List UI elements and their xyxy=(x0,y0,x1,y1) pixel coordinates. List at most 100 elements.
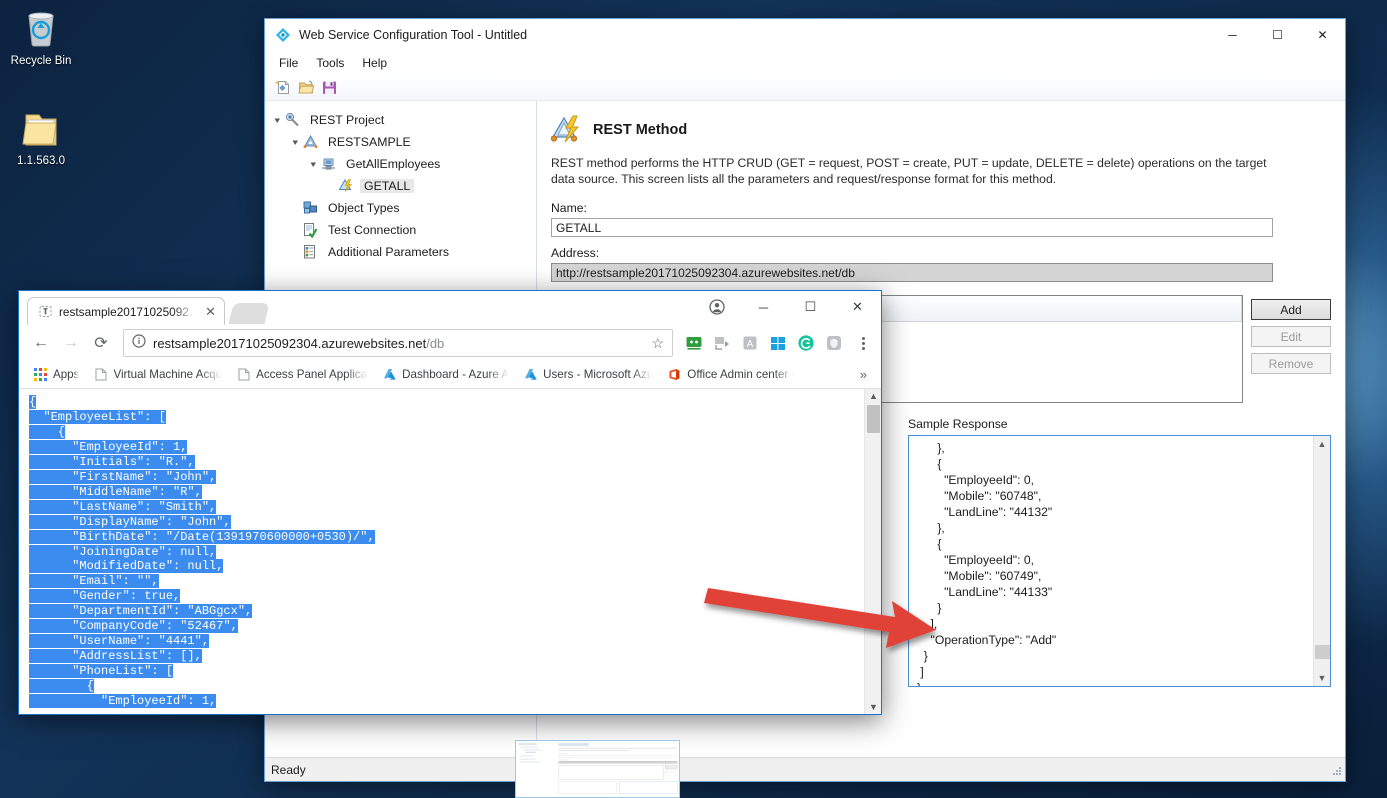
url-host: restsample20171025092304.azurewebsites.n… xyxy=(153,335,427,351)
json-line: "Initials": "R.", xyxy=(29,454,195,469)
shield-extension-icon[interactable] xyxy=(823,332,845,354)
tree-node-object-types[interactable]: Object Types xyxy=(265,197,536,219)
page-scrollbar-thumb[interactable] xyxy=(867,405,880,433)
close-tab-icon[interactable]: ✕ xyxy=(203,304,218,320)
menu-help[interactable]: Help xyxy=(354,53,395,73)
bookmark-office-admin[interactable]: Office Admin center - xyxy=(661,364,801,385)
bookmark-label: Office Admin center - xyxy=(687,368,796,381)
sample-response-box[interactable]: }, { "EmployeeId": 0, "Mobile": "60748",… xyxy=(908,435,1331,687)
json-line: "PhoneList": [ xyxy=(29,664,174,679)
taskbar-thumbnail-preview[interactable] xyxy=(515,740,680,798)
desktop-icon-label: Recycle Bin xyxy=(10,55,72,67)
reload-button[interactable]: ⟳ xyxy=(87,329,115,357)
chrome-close-button[interactable]: ✕ xyxy=(834,291,881,323)
menu-file[interactable]: File xyxy=(271,53,306,73)
bookmark-label: Users - Microsoft Azu xyxy=(543,368,654,381)
tree-node-label: RESTSAMPLE xyxy=(328,135,411,149)
desktop-icon-label: 1.1.563.0 xyxy=(17,155,65,167)
tree-node-restsample[interactable]: RESTSAMPLE xyxy=(265,131,536,153)
new-file-icon[interactable] xyxy=(274,79,292,96)
close-button[interactable]: ✕ xyxy=(1300,19,1345,51)
object-types-icon xyxy=(302,200,319,216)
chrome-tab-strip: restsample20171025092… ✕ ─ ☐ ✕ xyxy=(19,291,881,325)
windows-extension-icon[interactable] xyxy=(767,332,789,354)
scroll-up-icon[interactable]: ▲ xyxy=(1318,436,1327,452)
expander-expanded-icon[interactable] xyxy=(271,116,284,125)
grammarly-extension-icon[interactable] xyxy=(795,332,817,354)
maximize-button[interactable]: ☐ xyxy=(1255,19,1300,51)
menu-tools[interactable]: Tools xyxy=(308,53,352,73)
url-path: /db xyxy=(426,335,445,351)
info-circle-icon[interactable] xyxy=(132,333,146,353)
desktop-icon-recycle-bin[interactable]: Recycle Bin xyxy=(4,6,78,68)
bookmark-users-azure[interactable]: Users - Microsoft Azu xyxy=(517,364,659,385)
resize-grip[interactable] xyxy=(1329,763,1342,779)
chrome-toolbar: ← → ⟳ restsample20171025092304.azurewebs… xyxy=(19,325,881,361)
minimize-button[interactable]: ─ xyxy=(1210,19,1255,51)
back-button[interactable]: ← xyxy=(27,329,55,357)
desktop-icon-folder[interactable]: 1.1.563.0 xyxy=(4,106,78,168)
tree-node-test-connection[interactable]: Test Connection xyxy=(265,219,536,241)
bookmark-apps[interactable]: Apps xyxy=(27,364,85,385)
json-line: { xyxy=(29,424,66,439)
green-screen-extension-icon[interactable] xyxy=(683,332,705,354)
page-favicon xyxy=(38,304,53,319)
bookmark-dashboard-azure[interactable]: Dashboard - Azure A xyxy=(376,364,515,385)
sample-response-scrollbar[interactable]: ▲ ▼ xyxy=(1313,436,1330,686)
expander-expanded-icon[interactable] xyxy=(289,138,302,147)
app-title: Web Service Configuration Tool - Untitle… xyxy=(299,28,528,42)
name-input[interactable]: GETALL xyxy=(551,218,1273,237)
remove-button: Remove xyxy=(1251,353,1331,374)
new-tab-button[interactable] xyxy=(228,303,270,324)
app-toolbar xyxy=(265,75,1345,101)
json-line: "Email": "", xyxy=(29,574,159,589)
parameters-icon xyxy=(302,244,319,260)
tree-node-additional-parameters[interactable]: Additional Parameters xyxy=(265,241,536,263)
star-icon[interactable]: ☆ xyxy=(651,335,664,352)
url-text: restsample20171025092304.azurewebsites.n… xyxy=(153,336,444,351)
json-line: "EmployeeId": 1, xyxy=(29,694,217,709)
chrome-maximize-button[interactable]: ☐ xyxy=(787,291,834,323)
json-line: "DepartmentId": "ABGgcx", xyxy=(29,604,253,619)
json-line: "BirthDate": "/Date(1391970600000+0530)/… xyxy=(29,529,375,544)
add-button[interactable]: Add xyxy=(1251,299,1331,320)
tree-node-label: Additional Parameters xyxy=(328,245,449,259)
json-line: "LastName": "Smith", xyxy=(29,499,217,514)
scroll-down-icon[interactable]: ▼ xyxy=(1318,670,1327,686)
tree-node-getall[interactable]: GETALL xyxy=(265,175,536,197)
page-scroll-down-icon[interactable]: ▼ xyxy=(865,702,881,712)
expander-expanded-icon[interactable] xyxy=(307,160,320,169)
recycle-bin-icon xyxy=(4,6,78,52)
json-line: "JoiningDate": null, xyxy=(29,544,217,559)
profile-avatar-icon[interactable] xyxy=(693,291,740,323)
page-scroll-up-icon[interactable]: ▲ xyxy=(865,391,881,401)
page-icon xyxy=(236,367,251,382)
page-scrollbar[interactable]: ▲ ▼ xyxy=(864,389,881,714)
parameter-buttons: Add Edit Remove xyxy=(1251,295,1331,403)
status-bar: Ready xyxy=(265,757,1345,781)
address-bar[interactable]: restsample20171025092304.azurewebsites.n… xyxy=(123,329,673,357)
bookmark-access-panel[interactable]: Access Panel Applicat xyxy=(230,364,374,385)
floppy-save-icon[interactable] xyxy=(321,79,338,96)
bookmarks-overflow-icon[interactable]: » xyxy=(854,367,873,382)
tree-node-getallemployees[interactable]: GetAllEmployees xyxy=(265,153,536,175)
sample-response-column: Sample Response }, { "EmployeeId": 0, "M… xyxy=(908,417,1331,687)
text-tool-extension-icon[interactable]: A xyxy=(739,332,761,354)
bookmark-virtual-machine[interactable]: Virtual Machine Acqu xyxy=(87,364,228,385)
video-download-extension-icon[interactable] xyxy=(711,332,733,354)
chrome-menu-icon[interactable] xyxy=(853,336,873,350)
open-folder-icon[interactable] xyxy=(298,79,315,96)
chrome-browser-window: restsample20171025092… ✕ ─ ☐ ✕ ← → ⟳ res… xyxy=(18,290,882,715)
rest-method-icon xyxy=(550,115,583,145)
name-label: Name: xyxy=(551,201,587,215)
address-field: http://restsample20171025092304.azureweb… xyxy=(551,263,1273,282)
tree-node-rest-project[interactable]: REST Project xyxy=(265,109,536,131)
browser-tab[interactable]: restsample20171025092… ✕ xyxy=(27,297,225,325)
scrollbar-thumb[interactable] xyxy=(1315,645,1330,659)
thumbnail-mini-window xyxy=(516,741,679,797)
chrome-minimize-button[interactable]: ─ xyxy=(740,291,787,323)
resource-icon xyxy=(320,156,337,172)
json-line: "EmployeeList": [ xyxy=(29,409,166,424)
sample-response-label: Sample Response xyxy=(908,417,1008,431)
app-diamond-icon xyxy=(275,27,291,43)
